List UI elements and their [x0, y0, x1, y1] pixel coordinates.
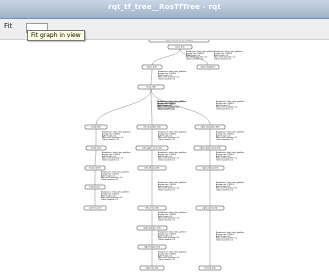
tf-node-label: left_tip_link [204, 267, 216, 270]
tf-node-head-cam[interactable]: head_cam [85, 145, 107, 151]
tf-node-label: head_cam [91, 148, 101, 150]
window-title: rqt_tf_tree__RosTfTree - rqt [108, 3, 221, 11]
tf-node-right-shoulder[interactable]: right_shoulder_link [194, 124, 226, 130]
edge-annotation-line: Broadcaster: /robot_state_publisher [216, 131, 245, 134]
edge-annotation-line: Broadcaster: /robot_state_publisher [186, 50, 215, 53]
edge-annotation-line: Broadcaster: /robot_state_publisher [158, 251, 187, 254]
tf-node-label: camera_link [89, 207, 102, 210]
edge-annotation-line: Broadcaster: /robot_state_publisher [216, 181, 245, 184]
tf-node-label: left_elbow_link [145, 167, 161, 170]
tf-node-left-shoulder[interactable]: left_shoulder_link [136, 124, 168, 130]
edge-annotation: Broadcaster: /robot_state_publisherAvera… [158, 181, 187, 192]
tf-node-base-foot[interactable]: base_foot [141, 64, 163, 70]
edge-annotation: Broadcaster: /robot_state_publisherAvera… [102, 131, 131, 142]
tf-node-head-laser[interactable]: head_laser [84, 184, 106, 190]
tf-node-recorded[interactable]: Recorded at time: 0.000s [148, 40, 210, 43]
tf-node-right-elbow[interactable]: right_elbow_link [195, 165, 225, 171]
edge-annotation: Broadcaster: /robot_state_publisherAvera… [216, 181, 245, 192]
edge-annotation-line: Broadcaster: /robot_state_publisher [214, 50, 243, 53]
edge-annotation: Broadcaster: /robot_state_publisherAvera… [158, 131, 187, 142]
edge-annotation: Broadcaster: /robot_state_publisherAvera… [158, 251, 187, 262]
tf-node-right-tip[interactable]: right_tip_link [139, 265, 165, 271]
window-titlebar: rqt_tf_tree__RosTfTree - rqt [0, 0, 329, 19]
edge-annotation-line: Broadcaster: /robot_state_publisher [158, 181, 187, 184]
tf-node-head[interactable]: head_link [84, 124, 108, 130]
fit-label: Fit [4, 22, 13, 30]
edge-annotation: Broadcaster: /robot_state_publisherAvera… [102, 151, 131, 162]
edge-annotation: Broadcaster: /robot_state_publisherAvera… [101, 191, 130, 202]
edge-annotation: Broadcaster: /robot_state_publisherAvera… [158, 151, 187, 162]
tf-node-label: head_laser [90, 186, 101, 189]
tf-node-label: Recorded at time: 0.000s [165, 40, 194, 42]
tf-node-label: right_shoulder_link [201, 126, 221, 129]
edge-annotation-line: Broadcaster: /robot_state_publisher [216, 231, 245, 234]
edge-annotation: Broadcaster: /robot_state_publisherAvera… [216, 231, 245, 242]
tf-node-head-mesh[interactable]: head_mesh [84, 165, 106, 171]
tf-node-camera-link[interactable]: camera_link [83, 205, 107, 211]
edge-annotation-line: Broadcaster: /robot_state_publisher [158, 211, 187, 214]
tf-node-left-tip[interactable]: left_tip_link [198, 265, 222, 271]
edge-annotation-line: Broadcaster: /robot_state_publisher [102, 151, 131, 154]
tf-node-right-finger[interactable]: right_finger_link [137, 244, 167, 250]
tf-edge [95, 88, 152, 126]
edge-annotation: Broadcaster: /robot_state_publisherAvera… [216, 100, 245, 111]
edge-annotation-line: Broadcaster: /robot_state_publisher [158, 70, 187, 73]
edge-annotation-line: Broadcaster: /robot_state_publisher [102, 131, 131, 134]
fit-graph-tooltip: Fit graph in view [27, 30, 85, 41]
tf-node-right-wrist[interactable]: right_wrist_link [195, 205, 225, 211]
edge-annotation: Broadcaster: /robot_state_publisherAvera… [158, 70, 187, 81]
tf-node-label: base_link [175, 47, 185, 49]
edge-annotation: Broadcaster: /robot_state_publisherAvera… [216, 151, 245, 162]
tf-node-label: head_mesh [89, 168, 101, 170]
tf-node-label: right_tip_link [146, 267, 160, 270]
tf-node-torso[interactable]: torso_link [137, 84, 165, 90]
tf-node-label: right_elbow_link [202, 167, 219, 170]
tf-node-right-gripper[interactable]: right_gripper_link [136, 225, 168, 231]
edge-annotation-line: Broadcaster: /robot_state_publisher [101, 191, 130, 194]
tf-node-base-link-top[interactable]: base_link [167, 44, 193, 50]
tf-edge [150, 68, 153, 86]
edge-annotation-line: Broadcaster: /robot_state_publisher [158, 131, 187, 134]
edge-annotation: Broadcaster: /robot_state_publisherAvera… [158, 231, 187, 242]
tf-node-label: base_foot [147, 66, 157, 69]
tf-node-label: left_wrist_link [145, 207, 159, 210]
edge-annotation-line: Broadcaster: /robot_state_publisher [216, 100, 245, 103]
tf-node-label: right_finger_link [144, 246, 161, 249]
edge-annotation-line: Broadcaster: /robot_state_publisher [158, 231, 187, 234]
tf-node-label: torso_link [146, 86, 156, 89]
tf-edge [151, 48, 181, 66]
edge-annotation-line: Broadcaster: /robot_state_publisher [158, 151, 187, 154]
edge-annotation-line: Broadcaster: /robot_state_publisher [101, 171, 130, 174]
tf-node-label: base_footprint [201, 66, 216, 69]
edge-annotation: Broadcaster: /robot_state_publisherAvera… [214, 50, 243, 61]
edge-annotation-line: Broadcaster: /robot_state_publisher [158, 100, 187, 103]
tf-node-left-upper[interactable]: left_upper_arm_link [135, 145, 169, 151]
tf-node-label: right_upper_arm_link [199, 147, 221, 150]
tf-node-base-footprint[interactable]: base_footprint [196, 64, 220, 70]
tf-node-right-upper[interactable]: right_upper_arm_link [193, 145, 227, 151]
tf-edge [94, 149, 97, 167]
tf-node-left-elbow[interactable]: left_elbow_link [137, 165, 167, 171]
tf-node-label: right_gripper_link [143, 227, 161, 230]
tf-tree-graph[interactable]: Broadcaster: /robot_state_publisherAvera… [0, 40, 329, 274]
edge-annotation: Broadcaster: /robot_state_publisherAvera… [158, 100, 187, 111]
edge-annotation: Broadcaster: /robot_state_publisherAvera… [216, 131, 245, 142]
edge-annotation: Broadcaster: /robot_state_publisherAvera… [158, 211, 187, 222]
tf-node-label: right_wrist_link [202, 207, 218, 210]
edge-annotation: Broadcaster: /robot_state_publisherAvera… [101, 171, 130, 182]
graph-canvas[interactable]: Broadcaster: /robot_state_publisher Avera… [0, 40, 329, 274]
tf-edge [150, 88, 153, 126]
tf-node-left-wrist[interactable]: left_wrist_link [137, 205, 167, 211]
tf-node-label: left_shoulder_link [143, 126, 161, 129]
tf-node-label: head_link [91, 127, 101, 129]
tf-node-label: left_upper_arm_link [142, 147, 162, 150]
edge-annotation-line: Broadcaster: /robot_state_publisher [216, 151, 245, 154]
